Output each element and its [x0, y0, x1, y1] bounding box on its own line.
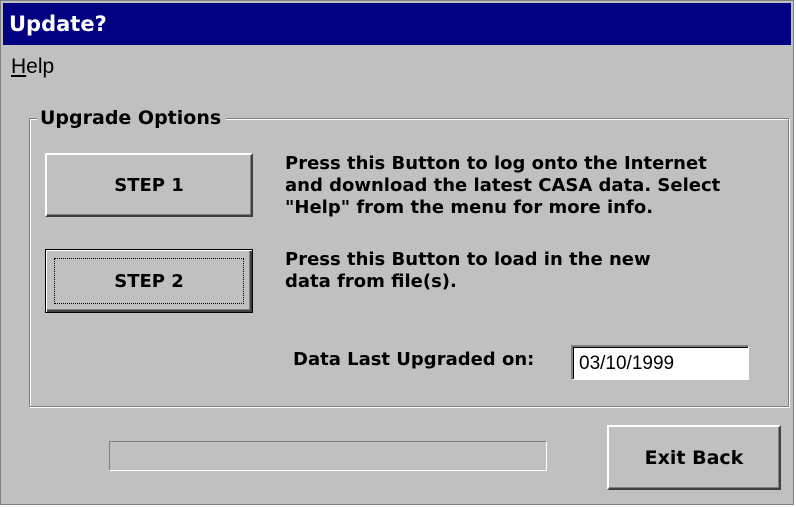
group-title: Upgrade Options: [37, 105, 227, 131]
focus-rectangle: [54, 258, 244, 304]
last-upgraded-field[interactable]: 03/10/1999: [571, 345, 749, 380]
step1-label: STEP 1: [114, 174, 184, 196]
progress-bar: [109, 441, 547, 471]
window-title: Update?: [9, 12, 107, 36]
step2-description: Press this Button to load in the new dat…: [285, 249, 785, 293]
exit-back-button[interactable]: Exit Back: [607, 425, 781, 490]
step2-desc-line: Press this Button to load in the new: [285, 249, 651, 270]
update-dialog: Update? Help Upgrade Options STEP 1 Pres…: [0, 0, 794, 505]
menu-bar: Help: [3, 47, 791, 87]
menu-help-label: elp: [26, 55, 55, 78]
menu-help-accelerator: H: [11, 55, 27, 78]
step1-desc-line: "Help" from the menu for more info.: [285, 197, 654, 218]
step1-desc-line: and download the latest CASA data. Selec…: [285, 175, 721, 196]
last-upgraded-label: Data Last Upgraded on:: [293, 349, 535, 370]
step1-button[interactable]: STEP 1: [45, 153, 253, 217]
menu-help[interactable]: Help: [11, 55, 54, 79]
last-upgraded-value: 03/10/1999: [579, 353, 675, 374]
step1-description: Press this Button to log onto the Intern…: [285, 153, 785, 219]
exit-back-label: Exit Back: [644, 446, 744, 469]
step2-button[interactable]: STEP 2: [45, 249, 253, 313]
title-bar[interactable]: Update?: [3, 3, 791, 45]
step2-desc-line: data from file(s).: [285, 271, 457, 292]
step1-desc-line: Press this Button to log onto the Intern…: [285, 153, 707, 174]
